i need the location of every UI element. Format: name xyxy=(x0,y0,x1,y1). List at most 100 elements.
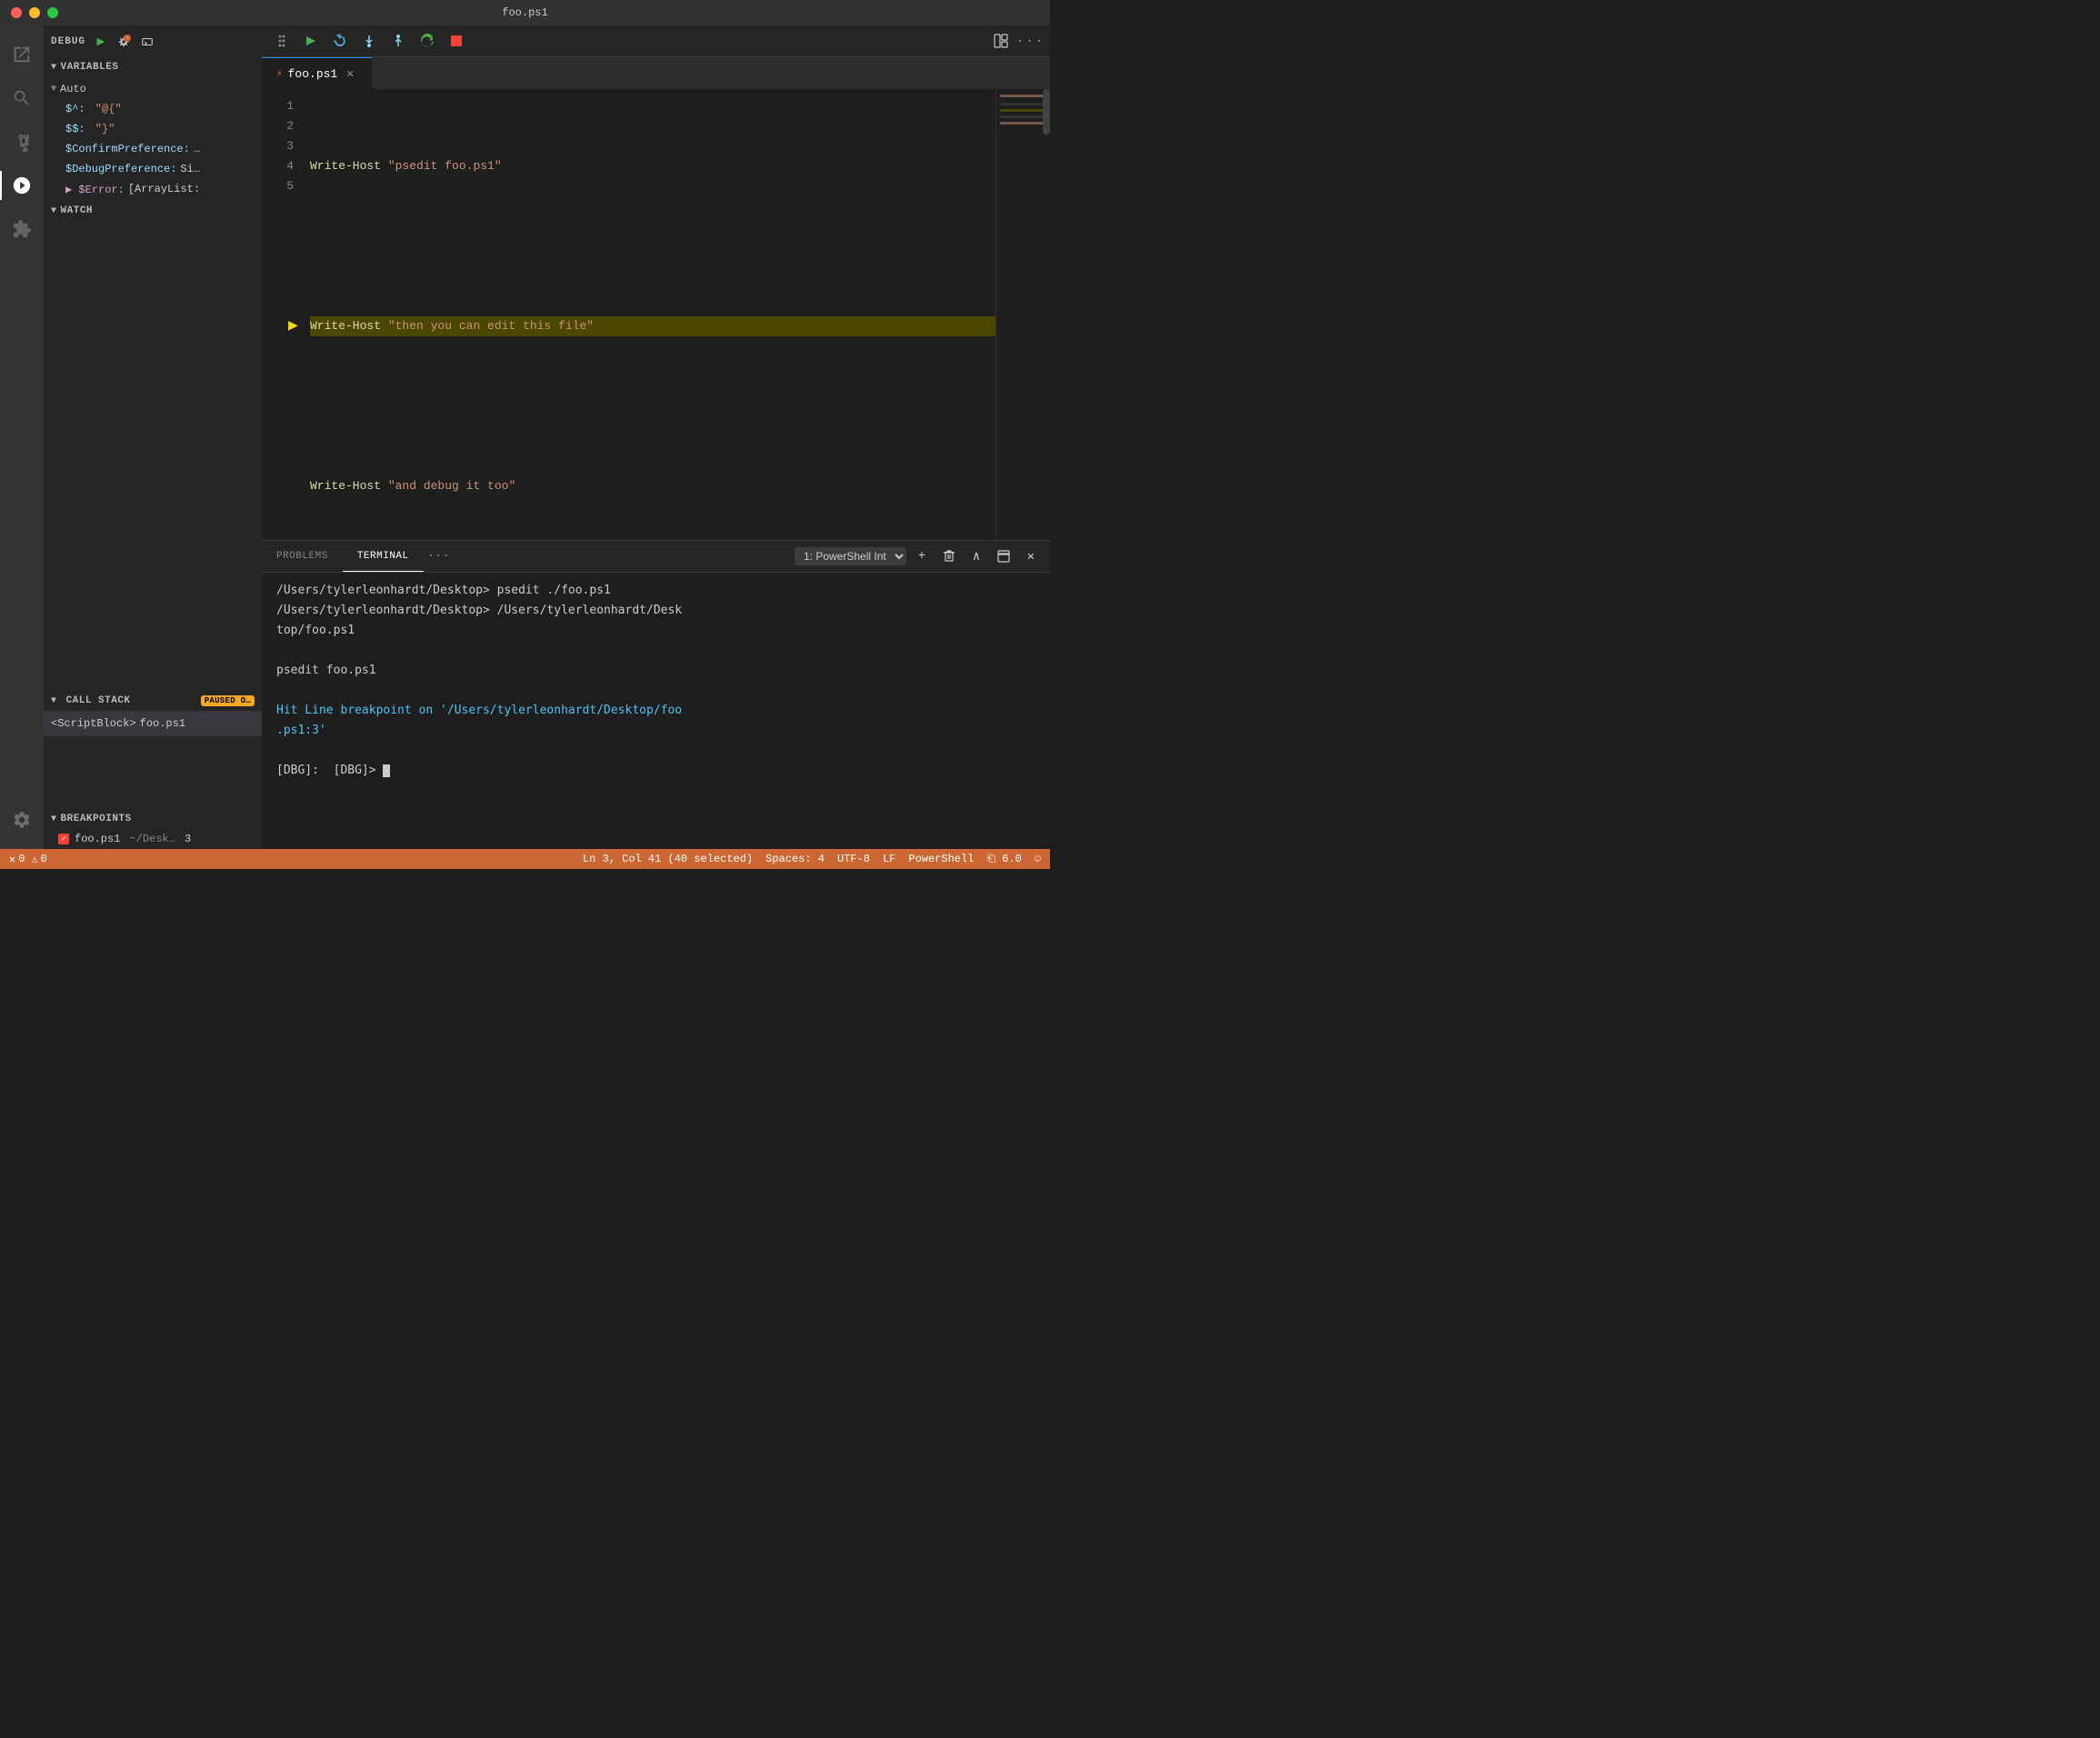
line-numbers: 1 2 3 4 5 xyxy=(262,89,303,540)
minimap xyxy=(995,89,1050,540)
debug-header: DEBUG · xyxy=(44,25,262,57)
status-left: ✕ 0 ⚠ 0 xyxy=(9,853,47,866)
powershell-version[interactable]: ⎗ 6.0 xyxy=(986,853,1021,865)
variables-header[interactable]: ▼ VARIABLES xyxy=(44,57,262,77)
breakpoints-header[interactable]: ▼ BREAKPOINTS xyxy=(44,809,262,829)
line-ending-indicator[interactable]: LF xyxy=(883,853,895,865)
panel-area: PROBLEMS TERMINAL ··· 1: PowerShell Int … xyxy=(262,540,1050,849)
code-editor[interactable]: 1 2 3 4 5 Write-Host "psedit foo.ps1" ▶ xyxy=(262,89,1050,540)
terminal-line-9 xyxy=(276,742,1035,760)
delete-terminal-button[interactable] xyxy=(937,544,961,568)
app-container: DEBUG · ▼ VARIABLES xyxy=(0,25,1050,869)
terminal-line-8: .ps1:3' xyxy=(276,722,1035,740)
tab-close-button[interactable]: ✕ xyxy=(343,66,357,81)
terminal-line-2: /Users/tylerleonhardt/Desktop> /Users/ty… xyxy=(276,602,1035,620)
step-out-button[interactable] xyxy=(385,28,411,54)
debug-title: DEBUG xyxy=(51,36,85,47)
cursor-position[interactable]: Ln 3, Col 41 (40 selected) xyxy=(583,853,753,865)
sidebar: DEBUG · ▼ VARIABLES xyxy=(44,25,262,849)
activity-bar xyxy=(0,25,44,849)
tab-label: foo.ps1 xyxy=(288,67,338,81)
terminal-line-3: top/foo.ps1 xyxy=(276,622,1035,640)
layout-button[interactable] xyxy=(988,28,1014,54)
step-over-button[interactable] xyxy=(327,28,353,54)
spaces-indicator[interactable]: Spaces: 4 xyxy=(765,853,825,865)
new-terminal-button[interactable]: + xyxy=(910,544,934,568)
main-area: DEBUG · ▼ VARIABLES xyxy=(0,25,1050,849)
code-content[interactable]: Write-Host "psedit foo.ps1" ▶ Write-Host… xyxy=(303,89,995,540)
continue-button[interactable] xyxy=(298,28,324,54)
terminal-line-4 xyxy=(276,642,1035,660)
terminal-line-7: Hit Line breakpoint on '/Users/tylerleon… xyxy=(276,702,1035,720)
variables-section: ▼ VARIABLES ▼ Auto $^: "@{" $$: "}" xyxy=(44,57,262,201)
breakpoint-checkbox[interactable]: ✓ xyxy=(58,834,69,844)
debug-arrow-icon: ▶ xyxy=(288,316,298,336)
window-title: foo.ps1 xyxy=(502,6,547,19)
stop-button[interactable] xyxy=(444,28,469,54)
callstack-item-1[interactable]: <ScriptBlock> foo.ps1 xyxy=(44,711,262,736)
maximize-panel-button[interactable] xyxy=(992,544,1015,568)
code-line-5: Write-Host "and debug it too" xyxy=(310,476,995,496)
collapse-panel-button[interactable]: ∧ xyxy=(965,544,988,568)
step-into-button[interactable] xyxy=(356,28,382,54)
terminal-select[interactable]: 1: PowerShell Int xyxy=(795,547,906,565)
settings-icon[interactable] xyxy=(0,798,44,842)
encoding-indicator[interactable]: UTF-8 xyxy=(837,853,870,865)
terminal-line-10: [DBG]: [DBG]> xyxy=(276,762,1035,780)
code-line-4 xyxy=(310,396,995,416)
debug-gear-button[interactable]: · xyxy=(115,33,133,51)
maximize-button[interactable] xyxy=(47,7,58,18)
close-button[interactable] xyxy=(11,7,22,18)
toolbar-right: ··· xyxy=(988,28,1043,54)
tab-terminal[interactable]: TERMINAL xyxy=(343,541,424,572)
warning-icon: ⚠ xyxy=(31,853,37,866)
var-item-2[interactable]: $$: "}" xyxy=(44,119,262,139)
close-panel-button[interactable]: ✕ xyxy=(1019,544,1043,568)
panel-more-button[interactable]: ··· xyxy=(424,549,454,564)
breakpoints-section: ▼ BREAKPOINTS ✓ foo.ps1 ~/Desk… 3 xyxy=(44,809,262,849)
language-indicator[interactable]: PowerShell xyxy=(908,853,974,865)
debug-play-button[interactable] xyxy=(91,33,109,51)
terminal-line-5: psedit foo.ps1 xyxy=(276,662,1035,680)
watch-section: ▼ WATCH xyxy=(44,201,262,691)
code-line-3: ▶ Write-Host "then you can edit this fil… xyxy=(310,316,995,336)
explorer-icon[interactable] xyxy=(0,33,44,76)
var-item-4[interactable]: $DebugPreference: Si… xyxy=(44,159,262,179)
panel-controls: 1: PowerShell Int + ∧ ✕ xyxy=(795,544,1050,568)
callstack-empty xyxy=(44,736,262,809)
search-icon[interactable] xyxy=(0,76,44,120)
terminal-content[interactable]: /Users/tylerleonhardt/Desktop> psedit ./… xyxy=(262,573,1050,849)
var-item-1[interactable]: $^: "@{" xyxy=(44,99,262,119)
more-actions-button[interactable]: ··· xyxy=(1017,28,1043,54)
source-control-icon[interactable] xyxy=(0,120,44,164)
debug-icon[interactable] xyxy=(0,164,44,207)
watch-header[interactable]: ▼ WATCH xyxy=(44,201,262,221)
restart-button[interactable] xyxy=(415,28,440,54)
tab-problems[interactable]: PROBLEMS xyxy=(262,541,343,572)
callstack-header[interactable]: ▼ CALL STACK PAUSED O… xyxy=(44,691,262,711)
var-item-5[interactable]: ▶ $Error: [ArrayList: xyxy=(44,179,262,199)
title-bar: foo.ps1 xyxy=(0,0,1050,25)
editor-area: ··· ⚡ foo.ps1 ✕ 1 2 3 4 5 xyxy=(262,25,1050,849)
extensions-icon[interactable] xyxy=(0,207,44,251)
status-errors[interactable]: ✕ 0 ⚠ 0 xyxy=(9,853,47,866)
error-icon: ✕ xyxy=(9,853,15,866)
terminal-line-1: /Users/tylerleonhardt/Desktop> psedit ./… xyxy=(276,582,1035,600)
terminal-cursor xyxy=(383,764,390,777)
status-right: Ln 3, Col 41 (40 selected) Spaces: 4 UTF… xyxy=(583,853,1041,865)
tab-bar: ⚡ foo.ps1 ✕ xyxy=(262,57,1050,89)
debug-terminal-button[interactable] xyxy=(138,33,156,51)
code-line-2 xyxy=(310,236,995,256)
var-item-3[interactable]: $ConfirmPreference: … xyxy=(44,139,262,159)
status-bar: ✕ 0 ⚠ 0 Ln 3, Col 41 (40 selected) Space… xyxy=(0,849,1050,869)
tab-foo-ps1[interactable]: ⚡ foo.ps1 ✕ xyxy=(262,57,373,89)
panel-tabs: PROBLEMS TERMINAL ··· 1: PowerShell Int … xyxy=(262,541,1050,573)
minimize-button[interactable] xyxy=(29,7,40,18)
smiley-icon[interactable]: ☺ xyxy=(1035,853,1041,865)
vertical-scrollbar-thumb[interactable] xyxy=(1043,89,1050,135)
window-controls xyxy=(11,7,58,18)
drag-handle[interactable] xyxy=(269,28,295,54)
breakpoint-item-1[interactable]: ✓ foo.ps1 ~/Desk… 3 xyxy=(44,829,262,849)
terminal-line-6 xyxy=(276,682,1035,700)
auto-group[interactable]: ▼ Auto xyxy=(44,79,262,99)
